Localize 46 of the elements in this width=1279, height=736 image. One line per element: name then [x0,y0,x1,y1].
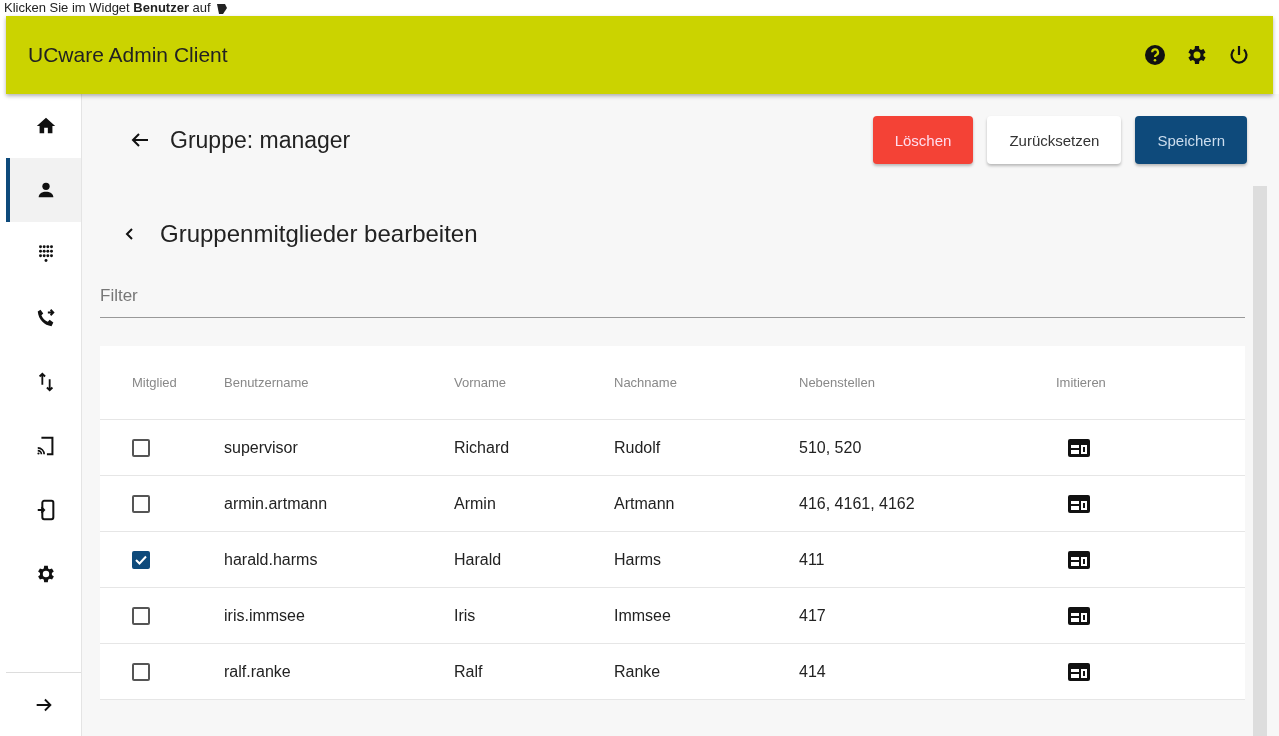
column-header: Nachname [614,346,799,420]
table-cell: Harms [614,532,799,588]
filter-field[interactable]: Filter [100,274,1245,318]
table-cell: supervisor [224,420,454,476]
power-icon[interactable] [1227,43,1251,67]
column-header: Nebenstellen [799,346,1044,420]
impersonate-button[interactable] [1066,660,1092,683]
save-button[interactable]: Speichern [1135,116,1247,164]
table-cell: ralf.ranke [224,644,454,700]
column-header: Mitglied [100,346,224,420]
table-cell: harald.harms [224,532,454,588]
app-title: UCware Admin Client [28,43,229,67]
table-cell: 510, 520 [799,420,1044,476]
table-cell: Harald [454,532,614,588]
table-cell: 417 [799,588,1044,644]
table-cell: armin.artmann [224,476,454,532]
help-icon[interactable] [1143,43,1167,67]
impersonate-button[interactable] [1066,492,1092,515]
table-cell: Armin [454,476,614,532]
checkbox[interactable] [132,606,150,625]
instruction-text: Klicken Sie im Widget Benutzer auf [4,0,211,16]
checkbox[interactable] [132,438,150,457]
table-cell: Ralf [454,644,614,700]
column-header: Benutzername [224,346,454,420]
table-cell: iris.immsee [224,588,454,644]
checkbox[interactable] [132,550,150,569]
section-title: Gruppenmitglieder bearbeiten [160,220,478,248]
table-cell: 416, 4161, 4162 [799,476,1044,532]
impersonate-button[interactable] [1066,436,1092,459]
impersonate-button[interactable] [1066,604,1092,627]
checkbox[interactable] [132,494,150,513]
table-cell: Ranke [614,644,799,700]
nav-item[interactable] [6,158,81,222]
table-cell: Artmann [614,476,799,532]
table-cell: Richard [454,420,614,476]
reset-button[interactable]: Zurücksetzen [987,116,1122,164]
checkbox[interactable] [132,662,150,681]
column-header: Imitieren [1044,346,1245,420]
table-cell: Immsee [614,588,799,644]
page-title: Gruppe: manager [170,126,352,154]
impersonate-button[interactable] [1066,548,1092,571]
table-cell: 414 [799,644,1044,700]
table-cell: 411 [799,532,1044,588]
table-cell: Rudolf [614,420,799,476]
table-cell: Iris [454,588,614,644]
column-header: Vorname [454,346,614,420]
